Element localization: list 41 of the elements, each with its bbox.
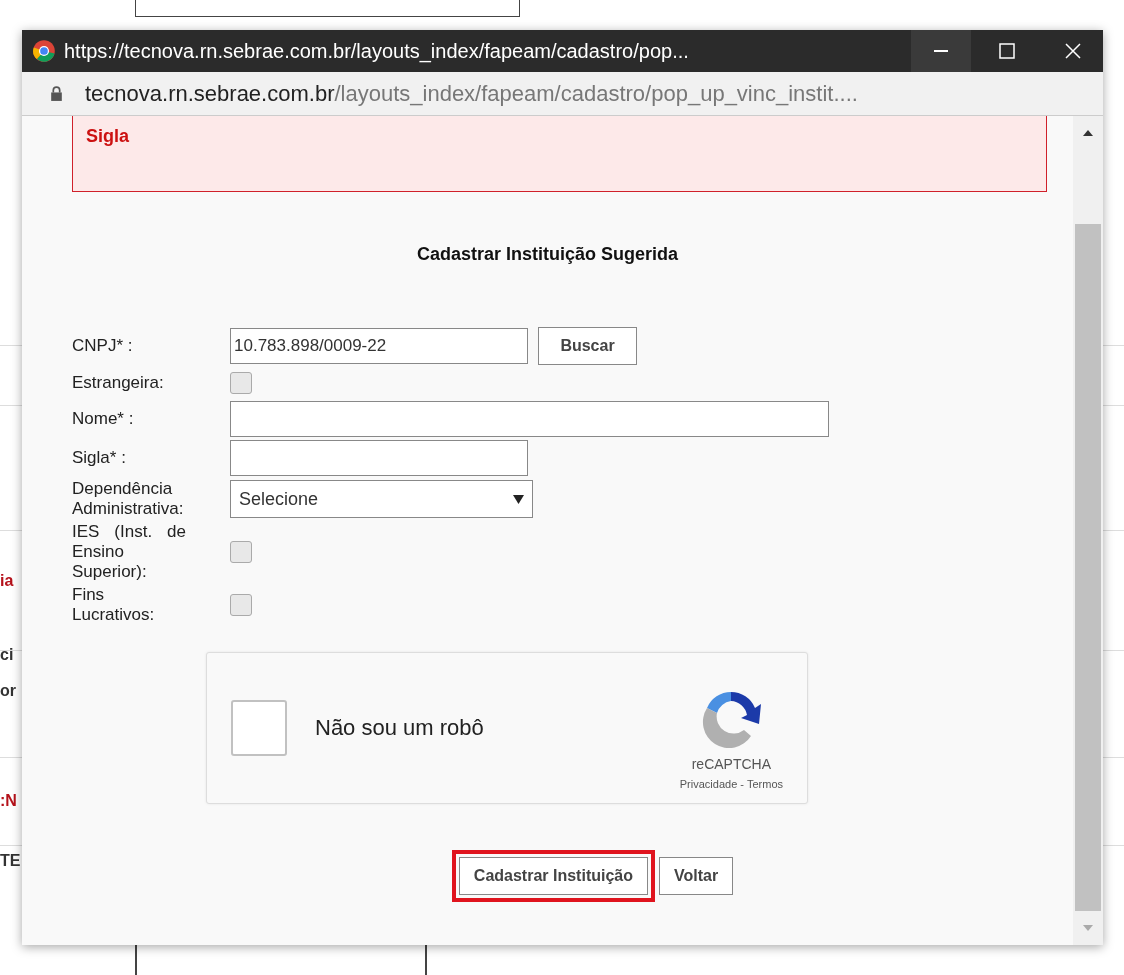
- field-label: Sigla* :: [72, 448, 127, 468]
- background-text: :N: [0, 792, 18, 811]
- background-text: ci: [0, 646, 15, 665]
- background-text: or: [0, 682, 17, 701]
- terms-link[interactable]: Termos: [746, 778, 783, 790]
- field-label: IES (Inst. de Ensino Superior):: [72, 522, 186, 582]
- close-icon: [1063, 41, 1083, 61]
- scroll-down-icon: [1083, 925, 1093, 931]
- captcha-brand: reCAPTCHA: [691, 756, 772, 772]
- text-field[interactable]: 10.783.898/0009-22: [230, 328, 528, 364]
- field-label: CNPJ* :: [72, 336, 134, 356]
- register-button[interactable]: Cadastrar Instituição: [458, 857, 648, 895]
- error-message: Sigla: [86, 125, 129, 148]
- minimize-button[interactable]: [911, 30, 971, 72]
- scroll-up-icon: [1083, 130, 1093, 136]
- captcha-checkbox[interactable]: [231, 700, 287, 756]
- field-label: Fins Lucrativos:: [72, 585, 156, 625]
- field-label: Dependência Administrativa:: [72, 479, 185, 519]
- link-separator: -: [740, 778, 744, 790]
- minimize-icon: [934, 50, 948, 52]
- maximize-icon: [997, 41, 1017, 61]
- caret-icon: [513, 494, 524, 504]
- back-button[interactable]: Voltar: [659, 857, 734, 895]
- captcha-label: Não sou um robô: [315, 715, 485, 741]
- privacy-link[interactable]: Privacidade: [679, 778, 738, 790]
- browser-logo-icon: [32, 39, 56, 63]
- background-text: TE: [0, 852, 22, 871]
- checkbox[interactable]: [230, 372, 252, 394]
- text-field[interactable]: [230, 440, 528, 476]
- text-field[interactable]: [230, 401, 829, 437]
- checkbox[interactable]: [230, 541, 252, 563]
- lock-icon: [50, 85, 63, 102]
- form-heading: Cadastrar Instituição Sugerida: [415, 244, 680, 265]
- select-dropdown[interactable]: Selecione: [230, 480, 533, 518]
- window-title: https://tecnova.rn.sebrae.com.br/layouts_index/fapeam/cadastro/pop...: [64, 39, 690, 63]
- scrollbar[interactable]: [1073, 116, 1103, 945]
- background-text: ia: [0, 572, 15, 591]
- search-button[interactable]: Buscar: [538, 327, 637, 365]
- field-label: Estrangeira:: [72, 373, 165, 393]
- field-label: Nome* :: [72, 409, 135, 429]
- checkbox[interactable]: [230, 594, 252, 616]
